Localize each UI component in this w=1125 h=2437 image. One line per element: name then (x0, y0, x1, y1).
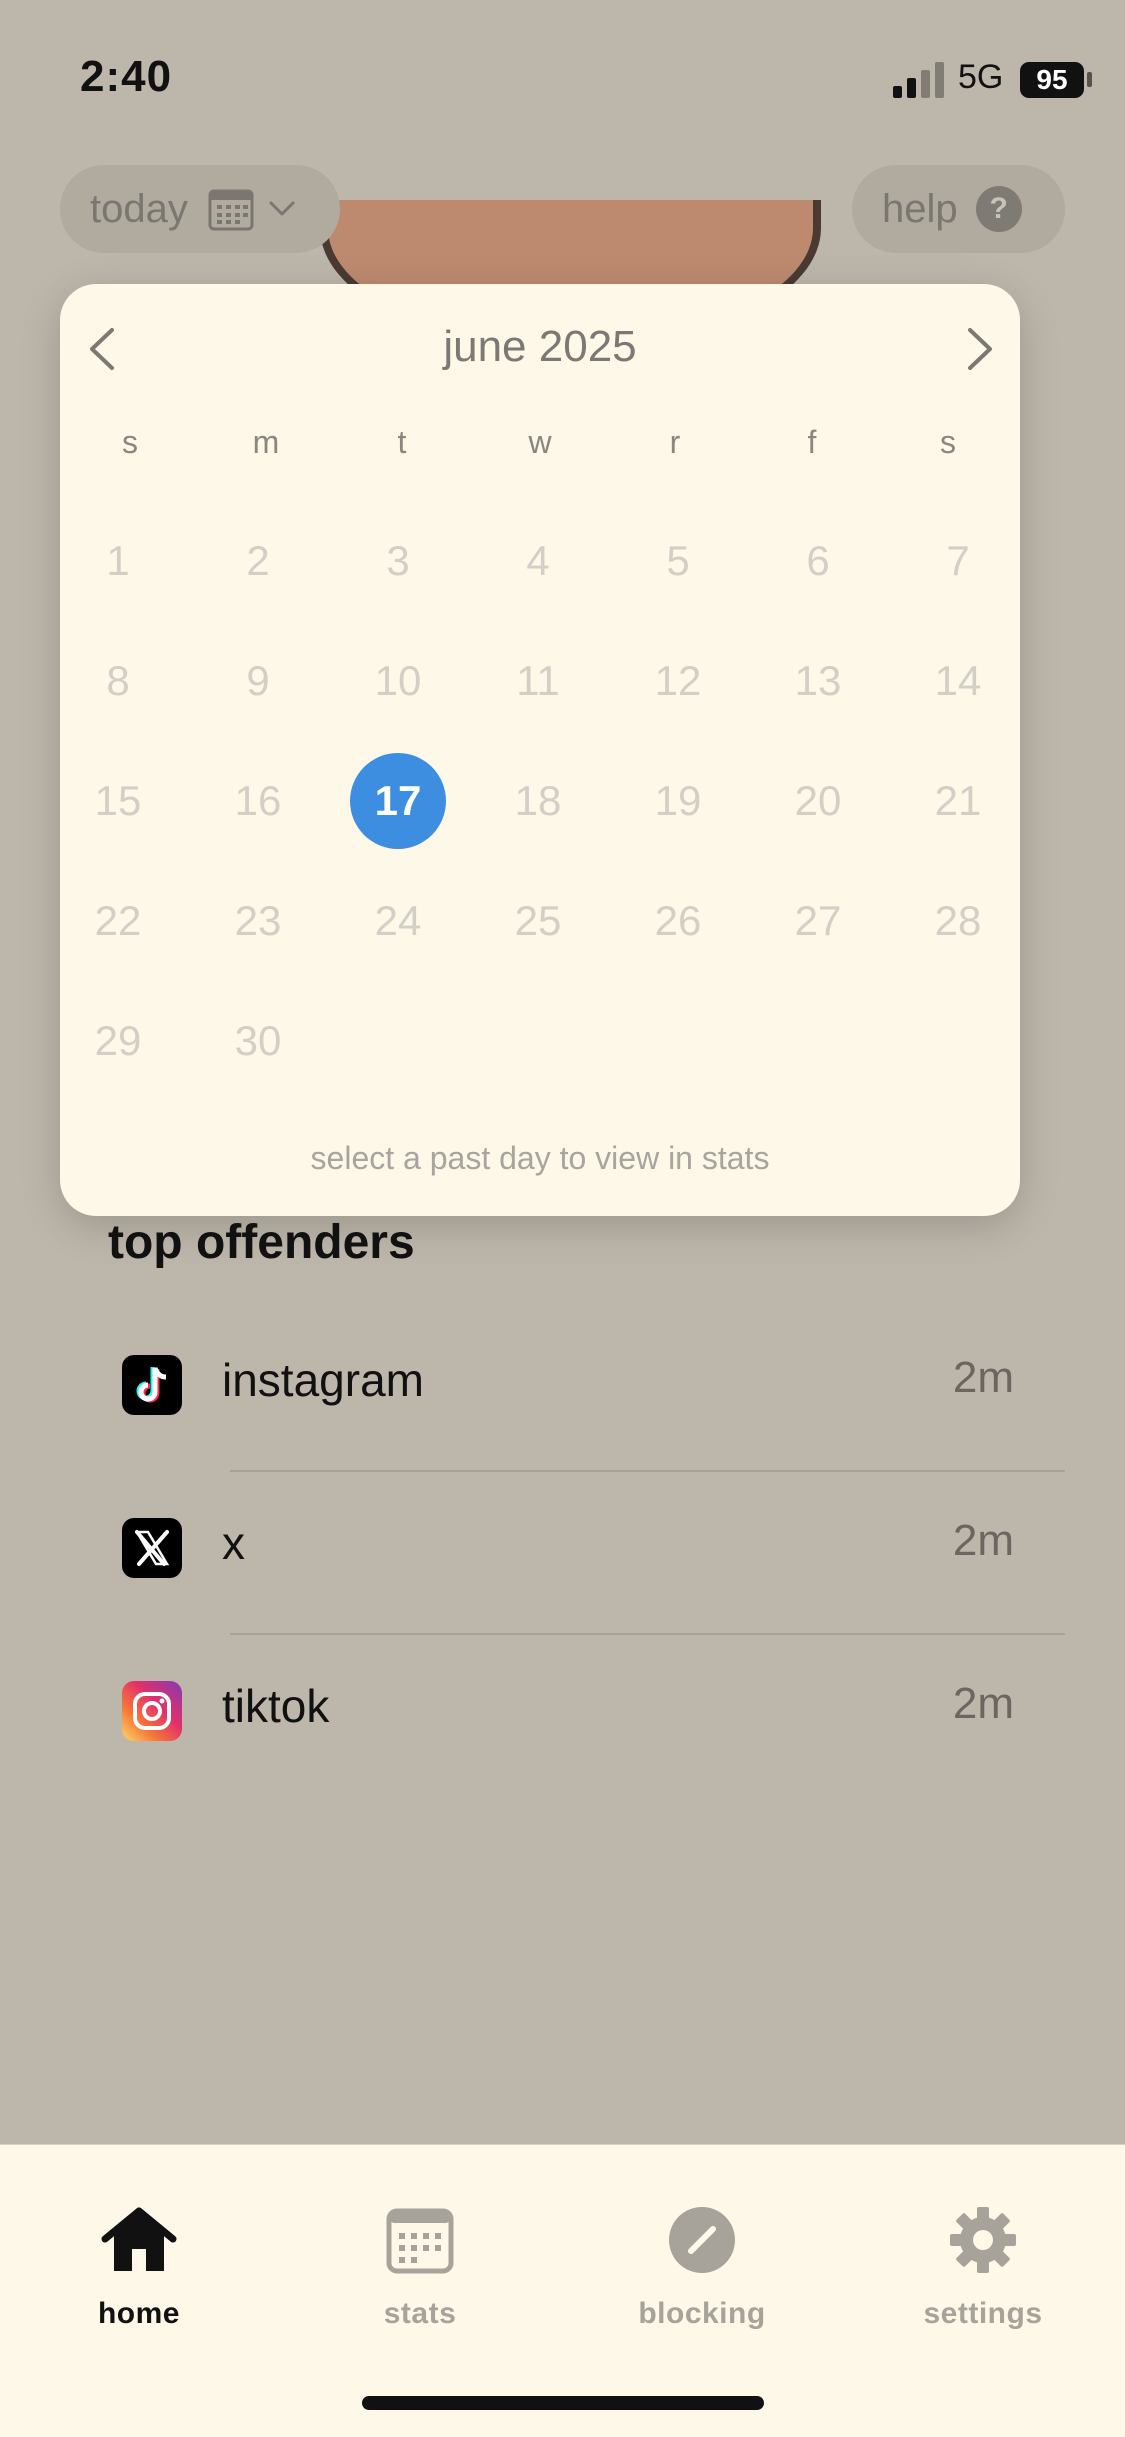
calendar-day[interactable]: 12 (608, 633, 748, 729)
tab-bar: home stats blocking settings (0, 2144, 1125, 2437)
calendar-day[interactable]: 19 (608, 753, 748, 849)
question-icon: ? (975, 186, 1022, 232)
battery-level: 95 (1036, 64, 1068, 95)
tab-home[interactable]: home (39, 2205, 239, 2331)
calendar-day[interactable]: 9 (188, 633, 328, 729)
calendar-popup: june 2025 s m t w r f s 1 2 3 4 5 6 7 8 … (60, 284, 1020, 1216)
calendar-day[interactable]: 10 (328, 633, 468, 729)
calendar-day[interactable]: 2 (188, 513, 328, 609)
next-month-arrow-icon[interactable] (960, 324, 1000, 374)
calendar-day[interactable]: 27 (748, 873, 888, 969)
calendar-day[interactable]: 15 (48, 753, 188, 849)
date-selector-button[interactable]: today (60, 165, 340, 253)
weekday-label: f (807, 424, 817, 460)
calendar-day[interactable]: 22 (48, 873, 188, 969)
chevron-down-icon (269, 201, 295, 216)
calendar-day[interactable]: 26 (608, 873, 748, 969)
row-divider (230, 1470, 1065, 1472)
calendar-day[interactable]: 4 (468, 513, 608, 609)
app-name: x (222, 1517, 245, 1569)
date-selector-label: today (90, 186, 188, 231)
calendar-icon (386, 2208, 454, 2274)
block-icon (669, 2207, 735, 2273)
calendar-day[interactable]: 18 (468, 753, 608, 849)
battery-icon: 95 (1020, 62, 1084, 98)
calendar-day[interactable]: 6 (748, 513, 888, 609)
weekday-label: m (252, 424, 280, 460)
instagram-logo-icon (122, 1681, 182, 1741)
calendar-icon (208, 189, 254, 231)
calendar-day[interactable]: 3 (328, 513, 468, 609)
app-name: instagram (222, 1354, 424, 1406)
weekday-label: w (528, 424, 552, 460)
tab-settings[interactable]: settings (883, 2205, 1083, 2331)
cellular-signal-icon (893, 60, 945, 98)
weekday-label: s (122, 424, 138, 460)
calendar-day[interactable]: 5 (608, 513, 748, 609)
calendar-day[interactable]: 28 (888, 873, 1028, 969)
app-usage-time: 2m (952, 1516, 1014, 1565)
calendar-day[interactable]: 11 (468, 633, 608, 729)
app-usage-time: 2m (952, 1353, 1014, 1402)
weekday-label: r (669, 424, 681, 460)
tab-label: stats (383, 2297, 457, 2330)
calendar-month-title: june 2025 (443, 322, 637, 371)
status-time: 2:40 (80, 52, 173, 101)
calendar-day[interactable]: 1 (48, 513, 188, 609)
x-logo-icon (122, 1518, 182, 1578)
tab-label: home (97, 2297, 180, 2330)
tiktok-logo-icon (122, 1355, 182, 1415)
calendar-day[interactable]: 16 (188, 753, 328, 849)
calendar-day[interactable]: 7 (888, 513, 1028, 609)
calendar-day[interactable]: 25 (468, 873, 608, 969)
home-icon (101, 2207, 177, 2271)
calendar-day[interactable]: 23 (188, 873, 328, 969)
battery-cap (1087, 72, 1092, 87)
gear-icon (950, 2207, 1016, 2273)
weekday-label: s (940, 424, 956, 460)
calendar-day[interactable]: 8 (48, 633, 188, 729)
calendar-day[interactable]: 24 (328, 873, 468, 969)
tab-stats[interactable]: stats (320, 2205, 520, 2331)
tab-label: settings (923, 2297, 1043, 2330)
calendar-day[interactable]: 13 (748, 633, 888, 729)
calendar-hint: select a past day to view in stats (310, 1140, 770, 1176)
calendar-day[interactable]: 29 (48, 993, 188, 1089)
app-name: tiktok (222, 1680, 330, 1732)
calendar-day[interactable]: 21 (888, 753, 1028, 849)
tab-blocking[interactable]: blocking (602, 2205, 802, 2331)
network-type: 5G (958, 58, 1004, 96)
calendar-day[interactable]: 20 (748, 753, 888, 849)
row-divider (230, 1633, 1065, 1635)
top-offenders-title: top offenders (108, 1216, 415, 1269)
calendar-day-selected[interactable]: 17 (328, 753, 468, 849)
app-row[interactable]: x 2m (108, 1488, 1083, 1618)
app-row[interactable]: tiktok 2m (108, 1651, 1083, 1781)
help-label: help (882, 186, 958, 231)
app-usage-time: 2m (952, 1679, 1014, 1728)
weekday-label: t (397, 424, 407, 460)
home-indicator (362, 2396, 764, 2410)
calendar-day[interactable]: 14 (888, 633, 1028, 729)
tab-label: blocking (638, 2297, 766, 2330)
calendar-day[interactable]: 30 (188, 993, 328, 1089)
help-button[interactable]: help ? (852, 165, 1065, 253)
app-row[interactable]: instagram 2m (108, 1325, 1083, 1455)
